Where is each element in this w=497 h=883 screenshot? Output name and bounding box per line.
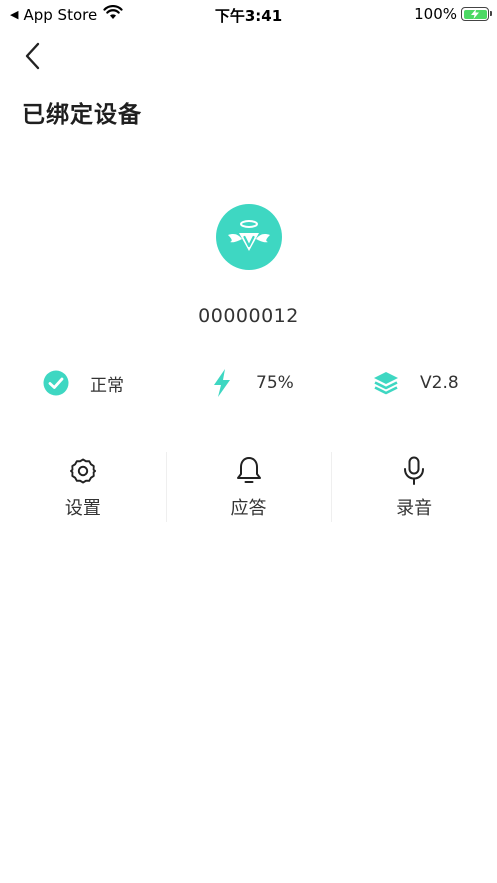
gear-icon bbox=[68, 456, 98, 486]
bell-icon bbox=[234, 456, 264, 486]
device-id: 00000012 bbox=[198, 305, 299, 327]
device-battery-label: 75% bbox=[256, 373, 294, 393]
device-version: V2.8 bbox=[372, 366, 459, 400]
device-avatar bbox=[216, 204, 282, 270]
device-info-row: 正常 75% V2.8 bbox=[0, 366, 497, 400]
device-status-label: 正常 bbox=[90, 375, 124, 396]
angel-v-logo-icon bbox=[228, 220, 270, 251]
battery-icon bbox=[461, 7, 492, 21]
record-button[interactable]: 录音 bbox=[331, 452, 497, 522]
status-bar: ◀ App Store 下午3:41 100% bbox=[0, 0, 497, 28]
battery-percent: 100% bbox=[414, 5, 457, 23]
device-version-label: V2.8 bbox=[420, 373, 459, 393]
settings-button[interactable]: 设置 bbox=[0, 452, 166, 522]
answer-label: 应答 bbox=[230, 498, 267, 519]
layers-icon bbox=[372, 369, 400, 397]
record-label: 录音 bbox=[396, 498, 433, 519]
check-circle-icon bbox=[42, 369, 70, 397]
answer-button[interactable]: 应答 bbox=[166, 452, 332, 522]
device-battery: 75% bbox=[208, 366, 294, 400]
back-button[interactable] bbox=[20, 40, 48, 72]
page-title: 已绑定设备 bbox=[22, 102, 142, 128]
microphone-icon bbox=[399, 456, 429, 486]
device-status: 正常 bbox=[42, 366, 124, 400]
status-bar-battery: 100% bbox=[414, 5, 492, 23]
chevron-left-icon bbox=[25, 42, 40, 70]
device-actions: 设置 应答 录音 bbox=[0, 452, 497, 522]
lightning-icon bbox=[208, 369, 236, 397]
settings-label: 设置 bbox=[64, 498, 101, 519]
